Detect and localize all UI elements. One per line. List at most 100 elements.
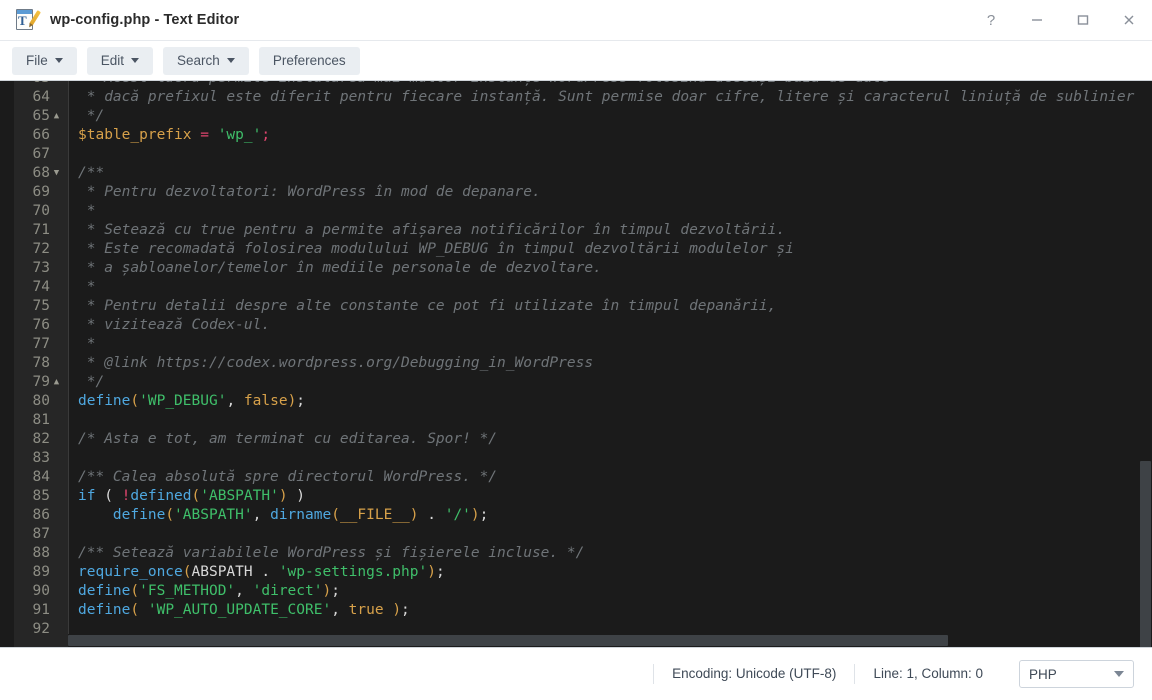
code-token: 'WP_AUTO_UPDATE_CORE' xyxy=(147,602,332,618)
code-token: /** Setează variabilele WordPress și fiș… xyxy=(78,545,585,561)
code-token: defined xyxy=(130,488,192,504)
horizontal-scrollbar-thumb[interactable] xyxy=(68,635,948,646)
code-line: * Este recomadată folosirea modulului WP… xyxy=(78,240,1152,259)
encoding-status: Encoding: Unicode (UTF-8) xyxy=(653,664,854,684)
fold-placeholder: ▼ xyxy=(50,145,63,164)
code-token: '/' xyxy=(444,507,471,523)
fold-placeholder: ▼ xyxy=(50,430,63,449)
edit-menu-label: Edit xyxy=(100,52,125,68)
search-menu-button[interactable]: Search xyxy=(163,46,249,75)
fold-placeholder: ▼ xyxy=(50,563,63,582)
chevron-down-icon xyxy=(54,58,63,63)
code-token: 'ABSPATH' xyxy=(200,488,279,504)
preferences-button[interactable]: Preferences xyxy=(258,46,360,75)
fold-placeholder: ▼ xyxy=(50,81,63,88)
line-number: 83 xyxy=(32,450,50,466)
code-token: define xyxy=(112,507,166,523)
code-line: * Pentru dezvoltatori: WordPress în mod … xyxy=(78,183,1152,202)
code-token: * @link https://codex.wordpress.org/Debu… xyxy=(78,355,594,371)
code-token: . xyxy=(427,507,436,523)
fold-placeholder: ▼ xyxy=(50,392,63,411)
code-token: dirname xyxy=(270,507,332,523)
code-token: ) xyxy=(409,507,419,523)
line-number: 92 xyxy=(32,621,50,637)
vertical-scrollbar-thumb[interactable] xyxy=(1140,461,1151,647)
code-line: * @link https://codex.wordpress.org/Debu… xyxy=(78,354,1152,373)
close-icon xyxy=(1124,15,1134,25)
line-number-row: 91▼ xyxy=(14,601,68,620)
code-token: /** xyxy=(78,165,105,181)
code-token: 'direct' xyxy=(252,583,323,599)
maximize-button[interactable] xyxy=(1060,0,1106,40)
code-token: 'WP_DEBUG' xyxy=(139,393,227,409)
preferences-label: Preferences xyxy=(272,52,346,68)
code-token: ; xyxy=(435,564,445,580)
minimize-button[interactable] xyxy=(1014,0,1060,40)
code-token: * Pentru dezvoltatori: WordPress în mod … xyxy=(78,184,541,200)
code-content-area[interactable]: * Acest lucru permite instalarea mai mul… xyxy=(68,81,1152,647)
vertical-scrollbar[interactable] xyxy=(1139,81,1152,647)
language-select-value: PHP xyxy=(1029,666,1057,682)
code-token: ( xyxy=(165,507,175,523)
fold-placeholder: ▼ xyxy=(50,202,63,221)
fold-placeholder: ▼ xyxy=(50,411,63,430)
line-number-row: 81▼ xyxy=(14,411,68,430)
fold-placeholder: ▼ xyxy=(50,506,63,525)
close-button[interactable] xyxy=(1106,0,1152,40)
code-token: . xyxy=(261,564,271,580)
code-line: /** Setează variabilele WordPress și fiș… xyxy=(78,544,1152,563)
line-number-gutter: 63▼64▼65▲66▼67▼68▼69▼70▼71▼72▼73▼74▼75▼7… xyxy=(14,81,68,647)
code-token: ( xyxy=(130,583,140,599)
line-number: 86 xyxy=(32,507,50,523)
fold-placeholder: ▼ xyxy=(50,297,63,316)
fold-placeholder: ▼ xyxy=(50,259,63,278)
fold-placeholder: ▼ xyxy=(50,183,63,202)
code-token: define xyxy=(78,602,131,618)
help-button[interactable]: ? xyxy=(968,0,1014,40)
code-line: */ xyxy=(78,107,1152,126)
line-number-row: 76▼ xyxy=(14,316,68,335)
fold-placeholder: ▼ xyxy=(50,278,63,297)
fold-placeholder: ▼ xyxy=(50,354,63,373)
code-token: * xyxy=(78,336,96,352)
line-number: 91 xyxy=(32,602,50,618)
code-line: /** Calea absolută spre directorul WordP… xyxy=(78,468,1152,487)
horizontal-scrollbar[interactable] xyxy=(68,634,1139,647)
fold-end-icon[interactable]: ▲ xyxy=(50,373,63,392)
line-number-row: 82▼ xyxy=(14,430,68,449)
language-select[interactable]: PHP xyxy=(1019,660,1134,688)
code-line: define( 'WP_AUTO_UPDATE_CORE', true ); xyxy=(78,601,1152,620)
edit-menu-button[interactable]: Edit xyxy=(86,46,154,75)
search-menu-label: Search xyxy=(177,52,220,68)
file-menu-button[interactable]: File xyxy=(12,46,77,75)
question-mark-icon: ? xyxy=(986,11,996,29)
line-number: 70 xyxy=(32,203,50,219)
code-editor[interactable]: 63▼64▼65▲66▼67▼68▼69▼70▼71▼72▼73▼74▼75▼7… xyxy=(0,80,1152,648)
line-number-row: 65 ▲ xyxy=(14,107,68,126)
code-token: ( xyxy=(104,488,113,504)
code-token: , xyxy=(331,602,340,618)
line-number-row: 79 ▲ xyxy=(14,373,68,392)
line-number: 79 xyxy=(32,374,50,390)
code-token: if xyxy=(78,488,96,504)
line-number: 84 xyxy=(32,469,50,485)
code-token: = xyxy=(200,127,209,143)
maximize-icon xyxy=(1077,15,1089,25)
window-controls: ? xyxy=(968,0,1152,40)
fold-end-icon[interactable]: ▲ xyxy=(50,107,63,126)
fold-collapse-icon[interactable]: ▼ xyxy=(50,164,63,183)
line-number: 85 xyxy=(32,488,50,504)
code-line: * Pentru detalii despre alte constante c… xyxy=(78,297,1152,316)
code-line: define('WP_DEBUG', false); xyxy=(78,392,1152,411)
fold-placeholder: ▼ xyxy=(50,601,63,620)
